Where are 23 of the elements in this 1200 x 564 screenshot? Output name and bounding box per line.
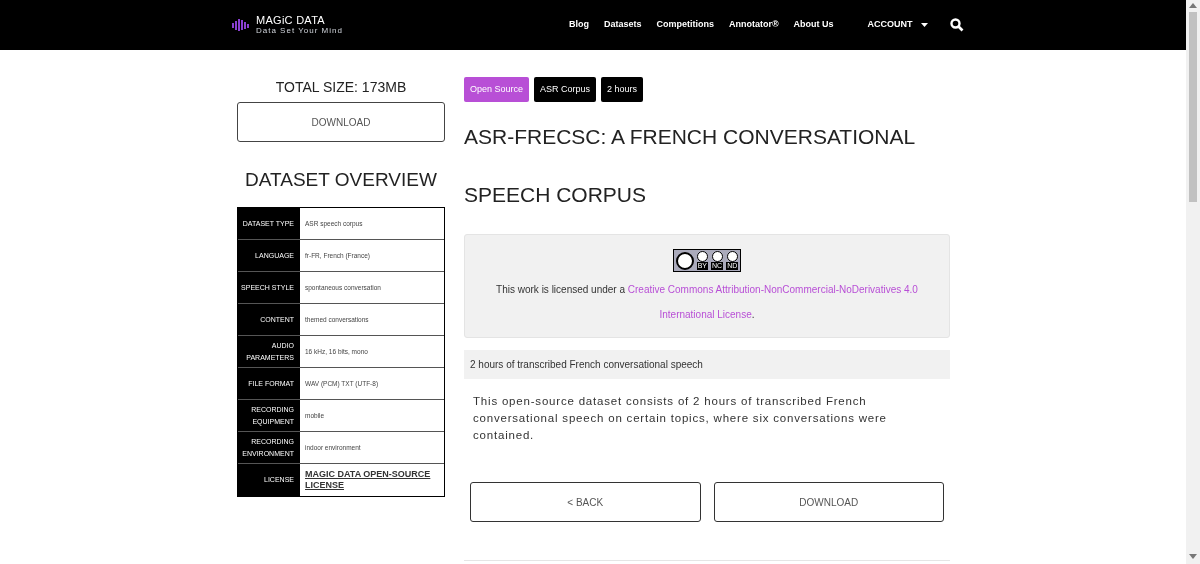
dataset-title: ASR-FRECSC: A FRENCH CONVERSATIONAL SPEECH CORPUS: [464, 124, 916, 208]
download-button[interactable]: DOWNLOAD: [713, 482, 944, 522]
license-link[interactable]: International License: [659, 309, 752, 320]
summary-bar: 2 hours of transcribed French conversational speech: [464, 350, 950, 379]
license-link[interactable]: Creative Commons Attribution-NonCommercial-NoDerivatives 4.0: [627, 284, 918, 295]
download-button[interactable]: DOWNLOAD: [237, 102, 445, 142]
nav-link[interactable]: Blog: [568, 18, 589, 32]
license-text: This work is licensed under a Creative Commons Attribution-NonCommercial-NoDerivatives 4.0 International License.: [495, 283, 919, 322]
nav-link[interactable]: Competitions: [656, 18, 714, 32]
logo-tagline: Data Set Your Mind: [256, 27, 343, 35]
overview-title: DATASET OVERVIEW: [244, 168, 438, 192]
nav-link[interactable]: About Us: [793, 18, 834, 32]
tag[interactable]: Open Source: [464, 77, 530, 102]
total-size: TOTAL SIZE: 173MB: [274, 78, 408, 97]
logo-name[interactable]: MAGiC DATA: [256, 15, 343, 26]
tag[interactable]: 2 hours: [601, 77, 644, 102]
description: This open-source dataset consists of 2 hours of transcribed French conversational speech on certain topics, where six conversations were contained.: [473, 394, 888, 443]
license-link[interactable]: MAGIC DATA OPEN-SOURCE LICENSE: [305, 469, 439, 491]
tag[interactable]: ASR Corpus: [534, 77, 597, 102]
back-button[interactable]: < BACK: [470, 482, 701, 522]
nav-link[interactable]: Datasets: [603, 18, 642, 32]
nav-link[interactable]: Annotator®: [728, 18, 779, 32]
account-menu[interactable]: ACCOUNT: [867, 18, 928, 32]
